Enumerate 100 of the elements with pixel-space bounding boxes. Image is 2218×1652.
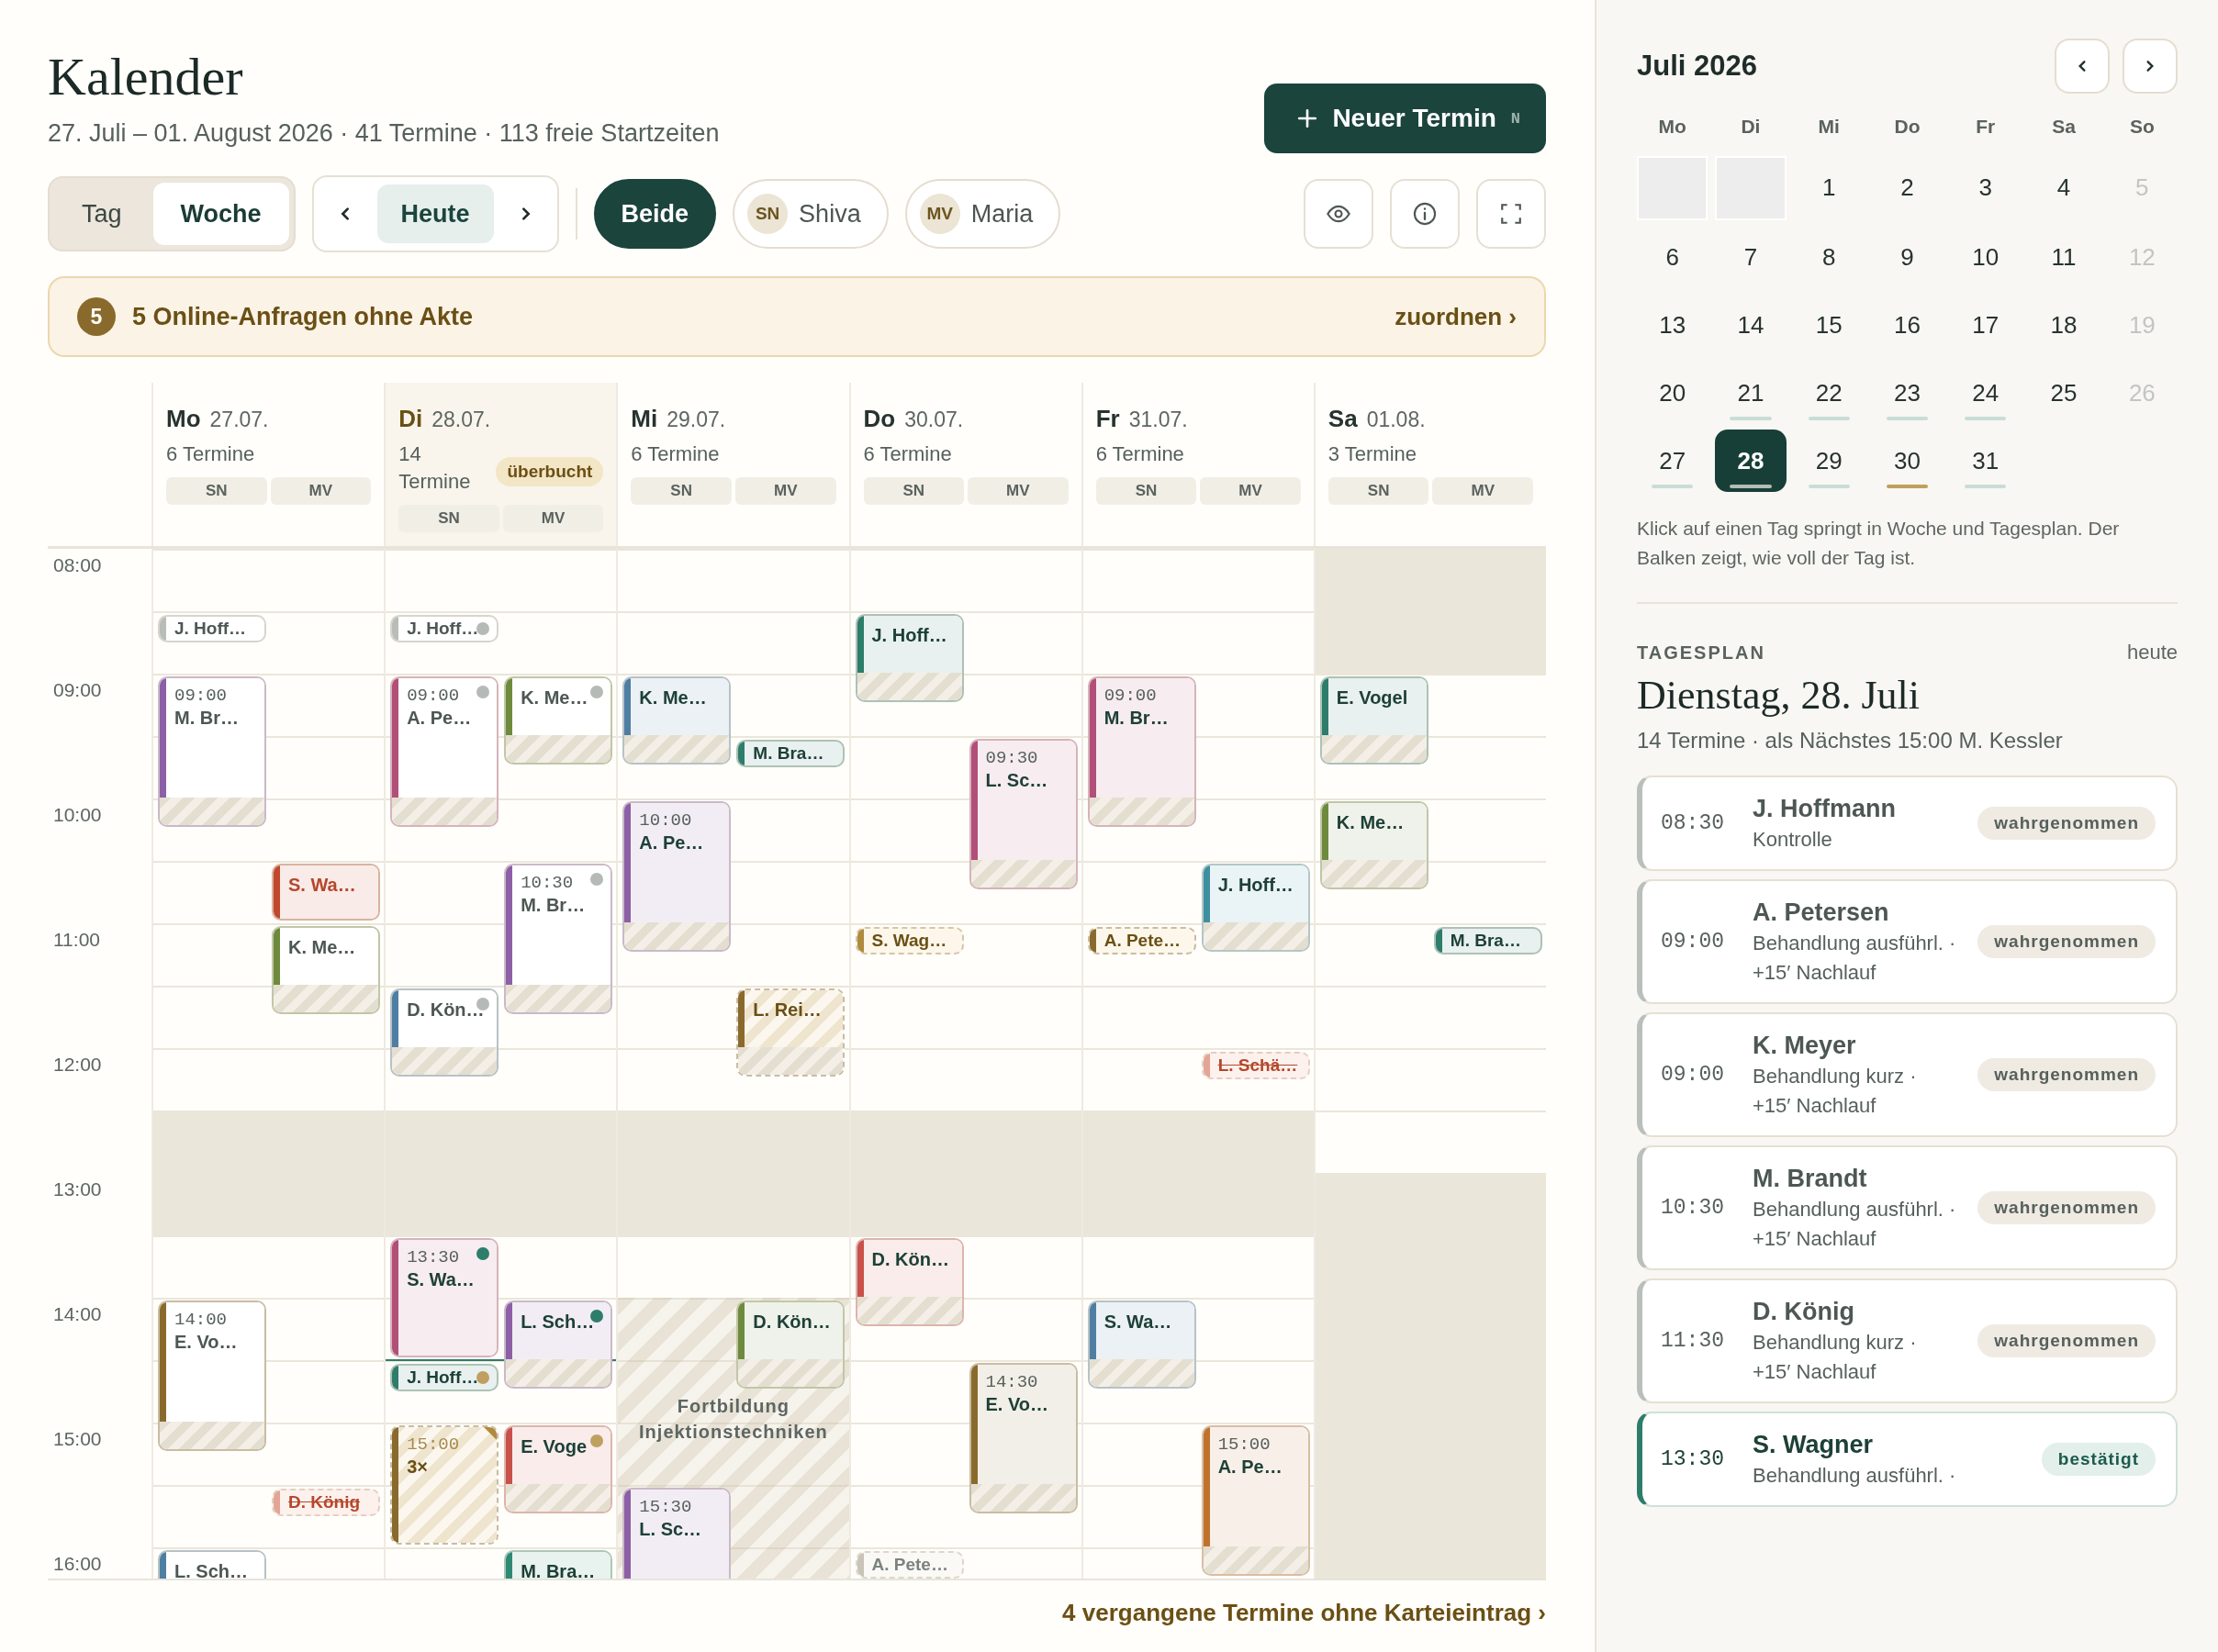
calendar-day[interactable]: 21 — [1715, 362, 1787, 424]
calendar-day[interactable]: 20 — [1637, 362, 1708, 424]
calendar-day[interactable]: 24 — [1950, 362, 2022, 424]
appointment-card[interactable]: 09:30 L. Sc… — [969, 739, 1078, 889]
agenda-card[interactable]: 13:30 S. Wagner Behandlung ausführl. · bestätigt — [1637, 1412, 2178, 1507]
appointment-card[interactable]: 15:00 A. Pe… — [1201, 1425, 1310, 1576]
appointment-card[interactable]: E. Voge — [504, 1425, 613, 1513]
appointment-pill[interactable]: M. Bra… — [1433, 927, 1542, 954]
appointment-card[interactable]: 14:30 E. Vo… — [969, 1363, 1078, 1513]
appointment-pill[interactable]: S. Wag… — [855, 927, 964, 954]
info-button[interactable] — [1390, 179, 1460, 249]
appointment-card[interactable]: M. Bra… — [504, 1550, 613, 1579]
appointment-card[interactable]: 13:30 S. Wa… — [390, 1238, 499, 1357]
agenda-card[interactable]: 09:00 K. Meyer Behandlung kurz · +15′ Nachlauf wahrgenommen — [1637, 1012, 2178, 1137]
appointment-card[interactable]: K. Me… — [622, 676, 732, 765]
agenda-card[interactable]: 10:30 M. Brandt Behandlung ausführl. · +15′ Nachlauf wahrgenommen — [1637, 1145, 2178, 1270]
appointment-card[interactable]: K. Me… — [1319, 801, 1428, 889]
appointment-card[interactable]: 09:00 M. Br… — [158, 676, 266, 827]
calendar-day[interactable]: 25 — [2028, 362, 2100, 424]
patient-name: M. Brandt — [1753, 1164, 1868, 1194]
appointment-card[interactable]: 14:00 E. Vo… — [158, 1300, 266, 1451]
calendar-day[interactable]: 22 — [1793, 362, 1865, 424]
appointment-card[interactable]: S. Wa… — [1087, 1300, 1196, 1389]
past-appointments-link[interactable]: 4 vergangene Termine ohne Karteieintrag › — [1062, 1599, 1546, 1627]
previous-month-button[interactable] — [2055, 39, 2110, 94]
calendar-day[interactable]: 1 — [1793, 156, 1865, 218]
appointment-pill[interactable]: L. Schä… — [1201, 1052, 1310, 1079]
calendar-day[interactable]: 27 — [1637, 430, 1708, 492]
calendar-day[interactable]: 16 — [1871, 294, 1944, 356]
appointment-card[interactable]: J. Hoff… — [855, 614, 964, 702]
agenda-card[interactable]: 09:00 A. Petersen Behandlung ausführl. · +15′ Nachlauf wahrgenommen — [1637, 879, 2178, 1004]
calendar-day[interactable]: 18 — [2028, 294, 2100, 356]
calendar-day[interactable]: 31 — [1950, 430, 2022, 492]
calendar-day[interactable]: 14 — [1715, 294, 1787, 356]
calendar-day[interactable]: 13 — [1637, 294, 1708, 356]
calendar-day[interactable]: 17 — [1950, 294, 2022, 356]
day-header[interactable]: Mi 29.07. 6 Termine SN MV — [616, 383, 849, 546]
new-appointment-button[interactable]: Neuer Termin N — [1264, 84, 1546, 153]
next-month-button[interactable] — [2123, 39, 2178, 94]
fullscreen-button[interactable] — [1476, 179, 1546, 249]
appointment-card[interactable]: D. Kön… — [736, 1300, 846, 1389]
calendar-day[interactable]: 8 — [1793, 226, 1865, 288]
appointment-card[interactable]: D. Kön… — [855, 1238, 964, 1326]
calendar-day[interactable]: 10 — [1950, 226, 2022, 288]
calendar-day[interactable]: 28 — [1715, 430, 1787, 492]
appointment-pill[interactable]: J. Hoff… — [158, 615, 266, 642]
today-link[interactable]: heute — [2126, 641, 2178, 664]
calendar-day[interactable]: 6 — [1637, 226, 1708, 288]
appointment-card[interactable]: K. Me… — [504, 676, 613, 765]
agenda-card[interactable]: 08:30 J. Hoffmann Kontrolle wahrgenommen — [1637, 776, 2178, 871]
appointment-pill[interactable]: J. Hoff… — [390, 615, 499, 642]
patient-name: L. Schä… — [1217, 1055, 1298, 1076]
appointment-card[interactable]: 09:00 A. Pe… — [390, 676, 499, 827]
info-icon — [1412, 201, 1438, 227]
staff-filter-chip[interactable]: SN Shiva — [733, 179, 889, 249]
visibility-button[interactable] — [1304, 179, 1373, 249]
appointment-card[interactable]: L. Sch… — [504, 1300, 613, 1389]
appointment-pill[interactable]: D. König — [272, 1489, 380, 1516]
appointment-card[interactable]: D. Kön… — [390, 988, 499, 1077]
view-tab[interactable]: Woche — [152, 183, 289, 245]
calendar-day[interactable]: 2 — [1871, 156, 1944, 218]
day-header[interactable]: Di 28.07. 14 Termine überbucht SN MV — [384, 383, 617, 546]
calendar-day[interactable]: 7 — [1715, 226, 1787, 288]
staff-lane-label: SN — [631, 477, 732, 505]
appointment-card[interactable]: S. Wa… — [272, 864, 380, 921]
staff-filter-chip[interactable]: MV Maria — [904, 179, 1061, 249]
appointment-card[interactable]: J. Hoff… — [1201, 864, 1310, 952]
agenda-card[interactable]: 11:30 D. König Behandlung kurz · +15′ Nachlauf wahrgenommen — [1637, 1278, 2178, 1403]
appointment-pill[interactable]: A. Pete… — [855, 1551, 964, 1579]
day-header[interactable]: Do 30.07. 6 Termine SN MV — [848, 383, 1081, 546]
view-tab[interactable]: Tag — [54, 183, 150, 245]
calendar-day[interactable]: 30 — [1871, 430, 1944, 492]
appointment-pill[interactable]: A. Pete… — [1087, 927, 1196, 954]
appointment-card[interactable]: E. Vogel — [1319, 676, 1428, 765]
appointment-card[interactable]: K. Me… — [272, 926, 380, 1014]
appointment-card[interactable]: 09:00 M. Br… — [1087, 676, 1196, 827]
staff-filter-chip[interactable]: Beide — [593, 179, 717, 249]
calendar-day[interactable]: 23 — [1871, 362, 1944, 424]
appointment-card[interactable]: 15:00 3× — [390, 1425, 499, 1545]
appointment-card[interactable]: 10:30 M. Br… — [504, 864, 613, 1014]
appointment-card[interactable]: L. Sch… — [158, 1550, 266, 1579]
calendar-day[interactable]: 9 — [1871, 226, 1944, 288]
appointment-count: 6 Termine — [631, 441, 721, 467]
appointment-card[interactable]: 10:00 A. Pe… — [622, 801, 732, 952]
day-header[interactable]: Mo 27.07. 6 Termine SN MV — [151, 383, 385, 546]
staff-lane-label: MV — [968, 477, 1069, 505]
calendar-day[interactable]: 29 — [1793, 430, 1865, 492]
calendar-hint: Klick auf einen Tag springt in Woche und Tagesplan. Der Balken zeigt, wie voll der Tag ist. — [1637, 517, 2121, 570]
day-header[interactable]: Fr 31.07. 6 Termine SN MV — [1081, 383, 1314, 546]
day-header[interactable]: Sa 01.08. 3 Termine SN MV — [1313, 383, 1546, 546]
today-button[interactable]: Heute — [376, 184, 494, 243]
appointment-pill[interactable]: M. Bra… — [736, 740, 846, 767]
assign-link[interactable]: zuordnen › — [1395, 302, 1517, 331]
appointment-pill[interactable]: J. Hoff… — [390, 1364, 499, 1391]
appointment-card[interactable]: L. Rei… — [736, 988, 846, 1077]
calendar-day[interactable]: 15 — [1793, 294, 1865, 356]
calendar-day[interactable]: 11 — [2028, 226, 2100, 288]
appointment-card[interactable]: 15:30 L. Sc… — [622, 1488, 732, 1579]
calendar-day[interactable]: 3 — [1950, 156, 2022, 218]
calendar-day[interactable]: 4 — [2028, 156, 2100, 218]
